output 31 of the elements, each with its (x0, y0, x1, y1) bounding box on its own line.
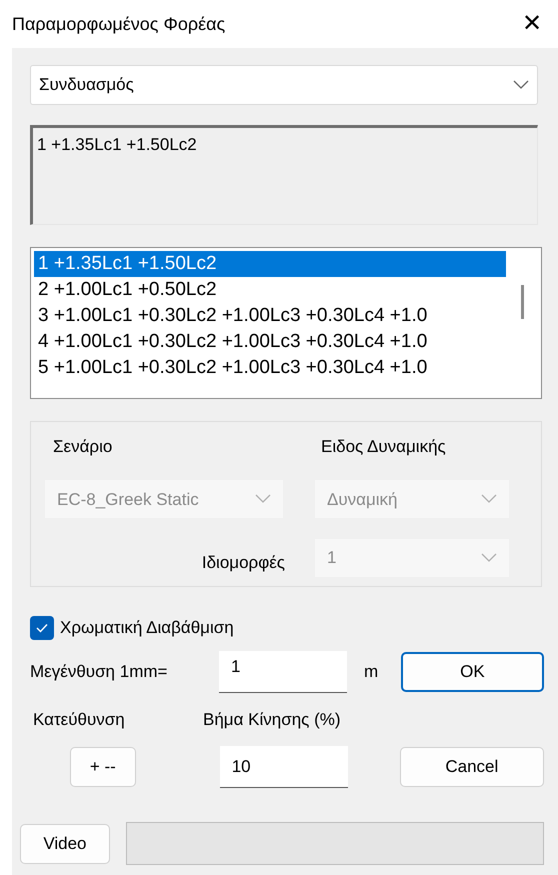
checkmark-icon (36, 622, 48, 633)
direction-button[interactable]: + -- (70, 747, 136, 787)
magnification-label: Μεγένθυση 1mm= (30, 660, 168, 683)
ok-button[interactable]: OK (400, 652, 544, 692)
step-label: Βήμα Κίνησης (%) (203, 708, 341, 730)
checkbox[interactable] (30, 616, 54, 640)
chevron-down-icon (255, 494, 271, 504)
scenario-label: Σενάριο (52, 436, 114, 458)
combination-dropdown[interactable]: Συνδυασμός (30, 65, 538, 105)
list-item[interactable]: 3 +1.00Lc1 +0.30Lc2 +1.00Lc3 +0.30Lc4 +1.0 (34, 303, 506, 329)
cancel-button[interactable]: Cancel (400, 747, 544, 787)
window-title: Παραμορφωμένος Φορέας (12, 12, 226, 36)
combination-list[interactable]: 1 +1.35Lc1 +1.50Lc2 2 +1.00Lc1 +0.50Lc2 3 +1.00Lc1 +0.30Lc2 +1.00Lc3 +0.30Lc4 +1.0 4 +1.00Lc1 +0.30Lc2 +1.00Lc3 +0.30Lc4 +1.0 5 +1.00Lc1 +0.30Lc2 +1.00Lc3 +0.30Lc4 +1.0 (30, 247, 542, 399)
list-item[interactable]: 5 +1.00Lc1 +0.30Lc2 +1.00Lc3 +0.30Lc4 +1.0 (34, 355, 506, 381)
close-button[interactable]: ✕ (522, 12, 542, 36)
dynamic-type-label: Ειδος Δυναμικής (320, 436, 447, 458)
chevron-down-icon (513, 80, 529, 90)
color-grading-label: Χρωματική Διαβάθμιση (60, 617, 234, 639)
scrollbar-thumb[interactable] (520, 285, 524, 319)
list-item[interactable]: 4 +1.00Lc1 +0.30Lc2 +1.00Lc3 +0.30Lc4 +1.0 (34, 329, 506, 355)
unit-label: m (364, 660, 380, 683)
list-item[interactable]: 1 +1.35Lc1 +1.50Lc2 (34, 251, 506, 277)
chevron-down-icon (481, 553, 497, 564)
video-button[interactable]: Video (20, 824, 110, 864)
list-item[interactable]: 2 +1.00Lc1 +0.50Lc2 (34, 277, 506, 303)
modes-label: Ιδιομορφές (200, 552, 286, 574)
chevron-down-icon (481, 494, 497, 504)
step-field[interactable]: 10 (220, 746, 348, 788)
combination-text-area[interactable]: 1 +1.35Lc1 +1.50Lc2 (30, 125, 538, 225)
direction-label: Κατεύθυνση (32, 708, 126, 730)
magnification-field[interactable]: 1 (218, 650, 347, 692)
